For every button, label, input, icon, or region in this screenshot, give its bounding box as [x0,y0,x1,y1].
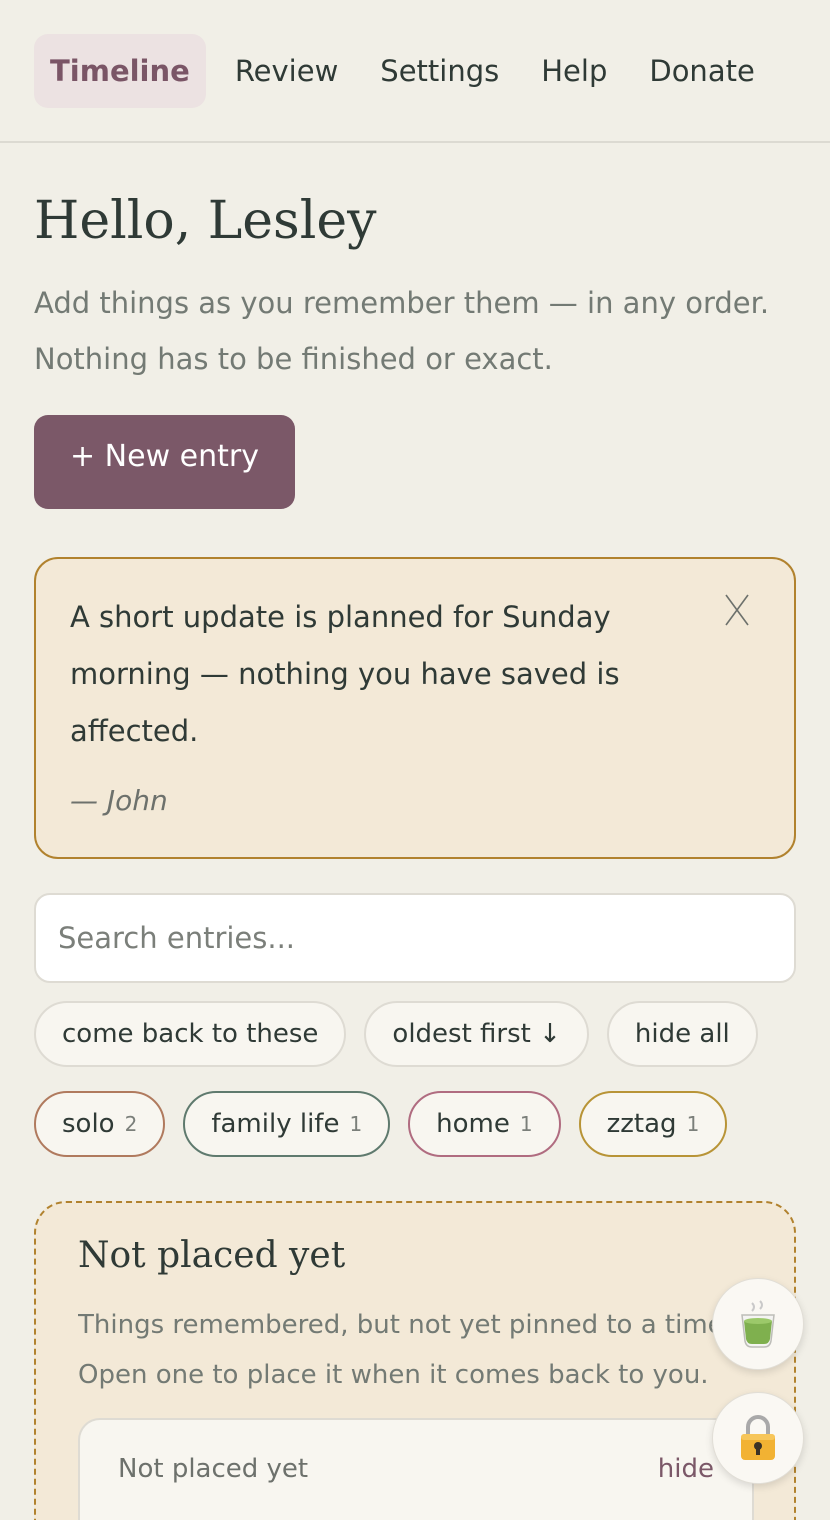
tag-name: zztag [606,1109,677,1139]
unplaced-desc-line-2: Open one to place it when it comes back … [78,1360,709,1390]
intro-line-2: Nothing has to be finished or exact. [34,342,553,376]
tag-home[interactable]: home 1 [408,1091,561,1157]
tag-name: solo [62,1109,115,1139]
nav-donate[interactable]: Donate [628,34,775,108]
tag-row: solo 2 family life 1 home 1 zztag 1 [34,1091,796,1157]
lock-button[interactable] [712,1392,804,1484]
tag-zztag[interactable]: zztag 1 [578,1091,728,1157]
close-icon[interactable] [724,593,750,627]
tag-family-life[interactable]: family life 1 [183,1091,391,1157]
tag-count: 1 [349,1112,363,1136]
intro-line-1: Add things as you remember them — in any… [34,286,770,320]
unplaced-section: Not placed yet Things remembered, but no… [34,1201,796,1520]
tag-solo[interactable]: solo 2 [34,1091,166,1157]
filter-sort-order[interactable]: oldest first ↓ [364,1001,589,1067]
hide-link[interactable]: hide [658,1454,714,1520]
greeting-heading: Hello, Lesley [34,191,377,251]
intro-text: Add things as you remember them — in any… [34,275,796,387]
nav-timeline[interactable]: Timeline [34,33,206,108]
tag-count: 1 [686,1112,700,1136]
notice-signature: — John [70,784,168,817]
filter-row: come back to these oldest first ↓ hide a… [34,1001,796,1067]
tag-name: family life [211,1109,340,1139]
unplaced-description: Things remembered, but not yet pinned to… [78,1300,752,1400]
nav-help[interactable]: Help [520,34,628,108]
notice-text: A short update is planned for Sunday mor… [70,600,620,748]
unplaced-card-title: Not placed yet [118,1454,309,1484]
close-x-icon [725,594,749,626]
unplaced-card[interactable]: Not placed yet hide [78,1418,754,1520]
new-entry-button[interactable]: + New entry [34,415,295,509]
tag-count: 1 [519,1112,533,1136]
unplaced-title: Not placed yet [78,1235,346,1276]
unplaced-desc-line-1: Things remembered, but not yet pinned to… [78,1310,732,1340]
tea-cup-icon [741,1300,775,1348]
nav-settings[interactable]: Settings [359,34,520,108]
filter-come-back[interactable]: come back to these [34,1001,347,1067]
filter-hide-all[interactable]: hide all [606,1001,758,1067]
tea-button[interactable] [712,1278,804,1370]
tag-name: home [436,1109,510,1139]
nav-review[interactable]: Review [214,34,359,108]
tag-count: 2 [124,1112,138,1136]
lock-icon [741,1415,775,1460]
notice-banner: A short update is planned for Sunday mor… [34,557,796,859]
search-input[interactable] [34,893,796,983]
top-nav: Timeline Review Settings Help Donate [0,0,830,143]
main-content: Hello, Lesley Add things as you remember… [0,191,830,1520]
